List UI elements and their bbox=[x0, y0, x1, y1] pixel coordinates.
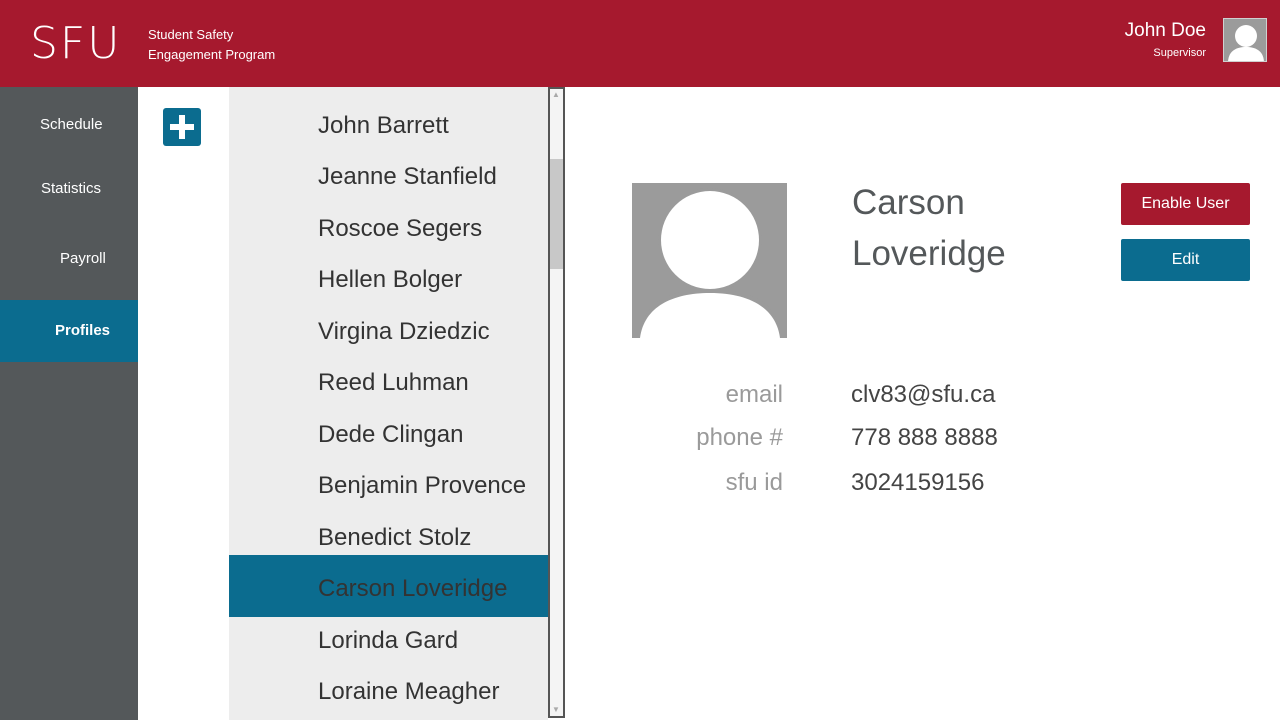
current-user-role: Supervisor bbox=[1153, 47, 1206, 59]
sidebar-item-profiles[interactable]: Profiles bbox=[0, 300, 138, 362]
profile-list-item-selected[interactable]: Carson Loveridge bbox=[229, 555, 548, 617]
profile-list-item-label: Roscoe Segers bbox=[318, 215, 483, 242]
profile-list-item-label: Benjamin Provence bbox=[318, 472, 527, 499]
sidebar-item-label: Payroll bbox=[60, 250, 106, 267]
current-user-name[interactable]: John Doe bbox=[1125, 20, 1206, 42]
profile-photo-placeholder-icon bbox=[632, 183, 787, 338]
profile-list: John Barrett Jeanne Stanfield Roscoe Seg… bbox=[229, 87, 548, 720]
scroll-down-arrow-icon[interactable]: ▼ bbox=[552, 706, 560, 714]
profile-list-item[interactable]: Loraine Meagher bbox=[229, 660, 548, 720]
profile-list-item-label: Dede Clingan bbox=[318, 421, 464, 448]
phone-value: 778 888 8888 bbox=[851, 424, 998, 451]
app-header: SFU Student Safety Engagement Program Jo… bbox=[0, 0, 1280, 87]
profile-list-item-label: Carson Loveridge bbox=[318, 575, 508, 602]
program-title-line1: Student Safety bbox=[148, 27, 234, 42]
profile-list-item-label: Hellen Bolger bbox=[318, 266, 463, 293]
enable-user-button[interactable]: Enable User bbox=[1121, 183, 1250, 225]
profile-first-name: Carson bbox=[852, 183, 965, 222]
user-avatar-icon[interactable] bbox=[1223, 18, 1267, 62]
sidebar-item-label: Profiles bbox=[55, 322, 111, 339]
profile-list-item-label: Reed Luhman bbox=[318, 369, 469, 396]
profile-list-item-label: John Barrett bbox=[318, 112, 449, 139]
sidebar-item-label: Schedule bbox=[40, 116, 103, 133]
program-title-line2: Engagement Program bbox=[148, 47, 276, 62]
sfu-logo[interactable]: SFU bbox=[30, 20, 121, 68]
edit-button[interactable]: Edit bbox=[1121, 239, 1250, 281]
profile-name: Carson Loveridge bbox=[852, 177, 1006, 279]
sfu-id-value: 3024159156 bbox=[851, 469, 985, 496]
profile-list-item-label: Lorinda Gard bbox=[318, 627, 459, 654]
email-label: email bbox=[725, 381, 783, 408]
program-title: Student Safety Engagement Program bbox=[148, 25, 275, 65]
profile-list-item-label: Jeanne Stanfield bbox=[318, 163, 497, 190]
profile-list-item-label: Benedict Stolz bbox=[318, 524, 472, 551]
plus-icon bbox=[170, 115, 194, 139]
profile-list-item-label: Loraine Meagher bbox=[318, 678, 500, 705]
scroll-up-arrow-icon[interactable]: ▲ bbox=[552, 91, 560, 99]
sidebar-nav: Schedule Statistics Payroll Profiles bbox=[0, 87, 138, 720]
profile-list-scrollbar[interactable]: ▲ ▼ bbox=[548, 87, 565, 718]
email-value: clv83@sfu.ca bbox=[851, 381, 996, 408]
phone-label: phone # bbox=[696, 424, 783, 451]
scrollbar-thumb[interactable] bbox=[550, 159, 563, 269]
profile-list-item-label: Virgina Dziedzic bbox=[318, 318, 490, 345]
sfu-id-label: sfu id bbox=[725, 469, 783, 496]
add-profile-button[interactable] bbox=[163, 108, 201, 146]
sidebar-item-label: Statistics bbox=[41, 180, 102, 197]
profile-last-name: Loveridge bbox=[852, 234, 1006, 273]
